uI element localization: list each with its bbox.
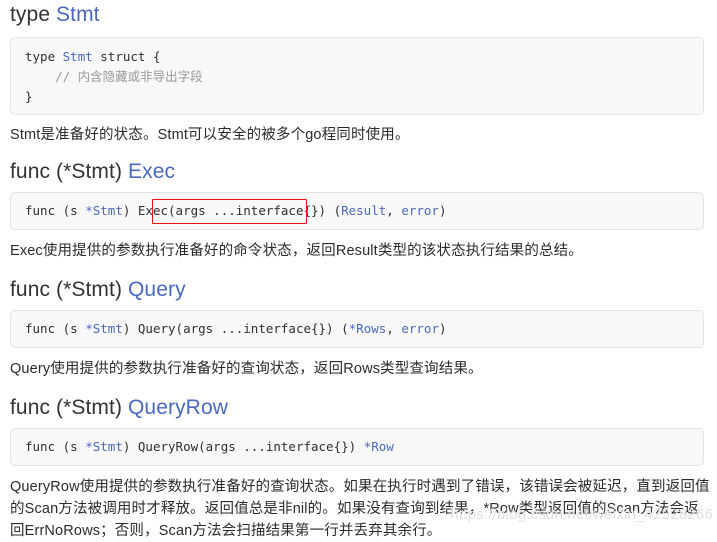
code-paren-close: )	[438, 203, 447, 218]
code-text-func-queryrow: func (s *Stmt) QueryRow(args ...interfac…	[25, 438, 689, 455]
code-func-head: func (s	[25, 203, 86, 218]
heading-func-stmt-exec: func (*Stmt) Exec	[10, 160, 175, 184]
code-block-func-query: func (s *Stmt) Query(args ...interface{}…	[10, 310, 704, 348]
code-ident-stmt-receiver: *Stmt	[85, 203, 123, 218]
code-func-head: func (s	[25, 439, 86, 454]
description-func-exec: Exec使用提供的参数执行准备好的命令状态，返回Result类型的该状态执行结果…	[10, 243, 583, 259]
heading-prefix: func (*Stmt)	[10, 160, 128, 183]
code-ident-stmt-receiver: *Stmt	[85, 321, 123, 336]
heading-prefix: func (*Stmt)	[10, 278, 128, 301]
code-func-head: func (s	[25, 321, 86, 336]
code-ident-result: Result	[341, 203, 387, 218]
code-struct-open: struct {	[92, 49, 161, 64]
code-ident-row: *Row	[363, 439, 394, 454]
code-text-func-exec: func (s *Stmt) Exec(args ...interface{})…	[25, 202, 689, 219]
code-signature: ) Exec(args ...interface{}) (	[122, 203, 342, 218]
code-paren-close: )	[438, 321, 447, 336]
code-text-func-query: func (s *Stmt) Query(args ...interface{}…	[25, 320, 689, 337]
code-ident-stmt-receiver: *Stmt	[85, 439, 123, 454]
heading-prefix: func (*Stmt)	[10, 396, 128, 419]
code-ident-error: error	[401, 321, 439, 336]
code-comma: ,	[386, 203, 402, 218]
code-comma: ,	[386, 321, 402, 336]
description-type-stmt: Stmt是准备好的状态。Stmt可以安全的被多个go程同时使用。	[10, 127, 410, 143]
documentation-page: type Stmt type Stmt struct { // 内含隐藏或非导出…	[0, 0, 717, 541]
description-func-query: Query使用提供的参数执行准备好的查询状态，返回Rows类型查询结果。	[10, 361, 483, 377]
heading-link-query[interactable]: Query	[128, 278, 186, 301]
heading-link-stmt[interactable]: Stmt	[56, 3, 100, 26]
heading-func-stmt-queryrow: func (*Stmt) QueryRow	[10, 396, 228, 420]
code-signature: ) Query(args ...interface{}) (	[122, 321, 349, 336]
code-ident-error: error	[401, 203, 439, 218]
code-ident-stmt: Stmt	[62, 49, 93, 64]
code-block-type-stmt: type Stmt struct { // 内含隐藏或非导出字段 }	[10, 37, 704, 115]
code-struct-close: }	[25, 89, 33, 104]
heading-link-exec[interactable]: Exec	[128, 160, 175, 183]
heading-prefix: type	[10, 3, 57, 26]
heading-type-stmt: type Stmt	[10, 3, 100, 27]
code-signature: ) QueryRow(args ...interface{})	[122, 439, 364, 454]
heading-link-queryrow[interactable]: QueryRow	[128, 396, 228, 419]
code-ident-rows: *Rows	[348, 321, 387, 336]
heading-func-stmt-query: func (*Stmt) Query	[10, 278, 186, 302]
watermark-text: https://blog.csdn.net/weixin_42528266	[450, 506, 713, 523]
code-text-type-stmt: type Stmt struct { // 内含隐藏或非导出字段 }	[25, 47, 689, 107]
code-block-func-queryrow: func (s *Stmt) QueryRow(args ...interfac…	[10, 428, 704, 466]
code-comment-hidden-fields: // 内含隐藏或非导出字段	[25, 69, 203, 84]
code-kw-type: type	[25, 49, 63, 64]
code-block-func-exec: func (s *Stmt) Exec(args ...interface{})…	[10, 192, 704, 230]
